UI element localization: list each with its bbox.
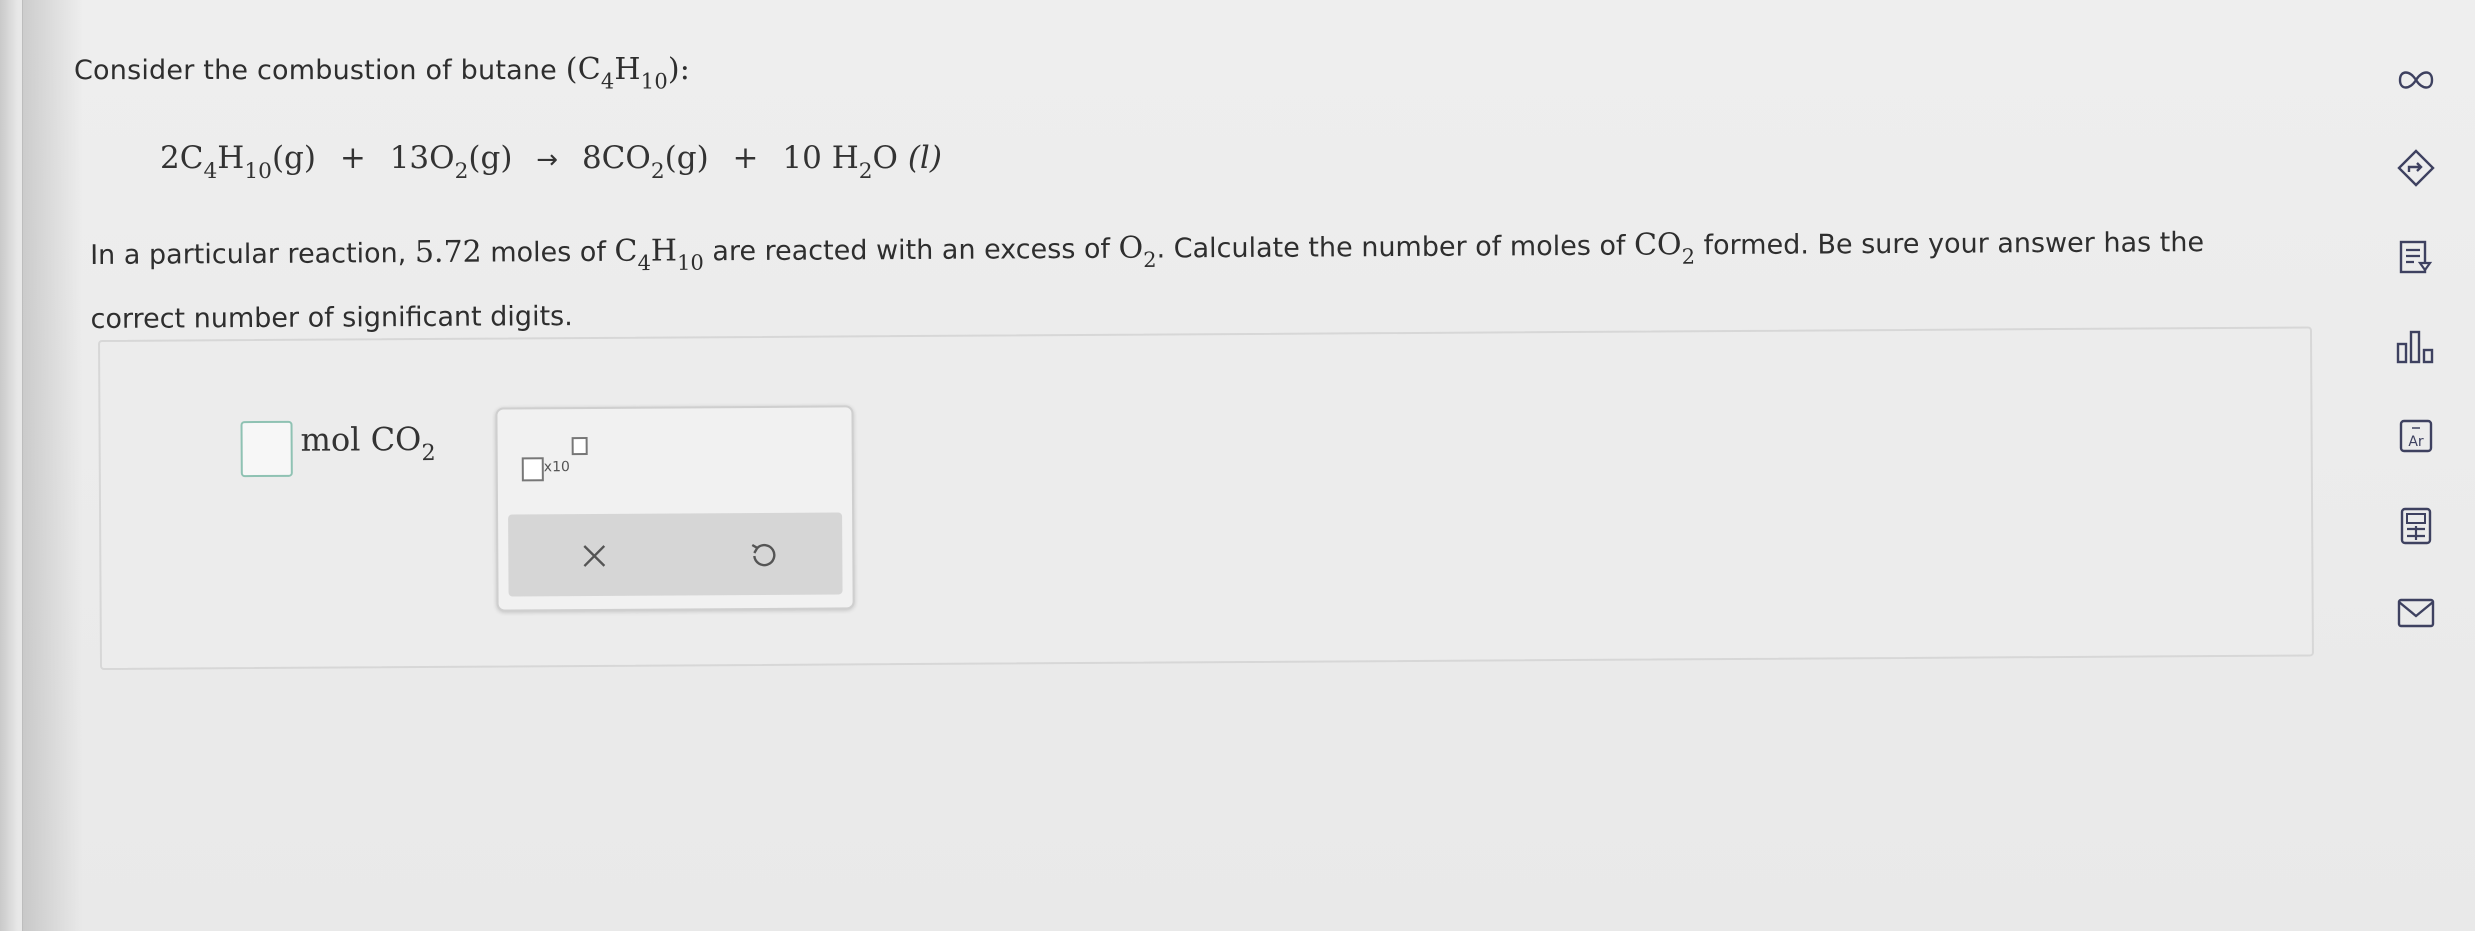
formula-sub: 10 [677, 250, 704, 275]
unit-sub: 2 [421, 440, 436, 467]
co2-formula: CO2 [1633, 227, 1695, 268]
page-shadow [23, 0, 83, 931]
chart-icon [2396, 330, 2434, 364]
answer-panel: mol CO2 x10 [98, 326, 2314, 670]
moles-value: 5.72 [414, 234, 482, 271]
arrow-circle-icon [2397, 149, 2435, 187]
eq-plus: + [732, 140, 759, 176]
butane-formula: C4H10 [614, 233, 704, 275]
math-toolbox: x10 [495, 405, 855, 612]
close-x-icon [583, 545, 606, 567]
formula-h-sub: 10 [640, 69, 668, 94]
clear-button[interactable] [572, 534, 616, 578]
answer-input[interactable] [240, 420, 293, 478]
oxygen-formula: O2 [1118, 230, 1156, 272]
periodic-table-button[interactable]: Ar [2394, 414, 2438, 458]
eq-state: (g) [468, 140, 513, 176]
screen-background: Consider the combustion of butane (C4H10… [0, 0, 2475, 931]
para-text: formed. Be sure your answer has the [1703, 227, 2205, 262]
eq-element: H [831, 140, 859, 176]
paren-open: ( [565, 52, 578, 87]
infinity-button[interactable] [2394, 58, 2438, 102]
formula-c: C [614, 233, 638, 269]
eq-element: H [217, 140, 245, 176]
x10-label: x10 [543, 459, 570, 476]
eq-element: O [872, 140, 898, 176]
undo-icon [751, 543, 776, 567]
formula-sub: 4 [637, 251, 651, 276]
mail-button[interactable] [2394, 591, 2438, 635]
formula-co: CO [1633, 227, 1682, 263]
periodic-label: Ar [2408, 434, 2424, 450]
para-text: In a particular reaction, [90, 238, 407, 271]
para-text: . Calculate the number of moles of [1156, 230, 1626, 265]
intro-text: Consider the combustion of butane [74, 55, 557, 86]
eq-state: (g) [664, 140, 709, 176]
answer-unit: mol CO2 [300, 420, 435, 467]
formula-sub: 2 [1143, 247, 1157, 273]
notes-icon [2399, 240, 2433, 274]
exponent-box [571, 437, 588, 456]
eq-element: CO [601, 140, 651, 176]
eq-sub: 2 [454, 158, 469, 184]
formula-o: O [1118, 230, 1144, 266]
unit-co: CO [370, 420, 422, 459]
eq-state: (l) [907, 140, 942, 176]
eq-sub: 2 [650, 158, 665, 184]
scientific-notation-button[interactable]: x10 [521, 437, 592, 487]
reaction-arrow: → [536, 145, 559, 175]
question-paragraph: In a particular reaction, 5.72 moles of … [90, 215, 2291, 348]
calculator-icon [2400, 507, 2432, 545]
eq-coef: 13 [389, 140, 430, 176]
notes-button[interactable] [2394, 236, 2438, 280]
para-text: are reacted with an excess of [712, 233, 1111, 268]
eq-element: O [429, 140, 455, 176]
formula-c-sub: 4 [600, 69, 615, 94]
calculator-button[interactable] [2394, 504, 2438, 548]
eq-coef: 10 [782, 140, 822, 176]
undo-button[interactable] [740, 533, 784, 577]
infinity-icon [2398, 71, 2434, 89]
eq-state: (g) [271, 140, 316, 176]
eq-coef: 8 [581, 140, 602, 176]
para-text: moles of [490, 236, 607, 269]
reaction-equation: 2C4H10(g) + 13O2(g) → 8CO2(g) + 10 H2O (… [160, 140, 942, 184]
toolbox-action-bar [508, 512, 843, 597]
eq-sub: 2 [858, 158, 873, 184]
question-intro: Consider the combustion of butane (C4H10… [74, 52, 690, 93]
eq-sub: 10 [244, 158, 272, 184]
periodic-table-icon: Ar [2399, 419, 2433, 453]
mail-icon [2397, 598, 2435, 628]
unit-mol: mol [300, 420, 361, 459]
mantissa-box [521, 457, 544, 482]
formula-h: H [650, 233, 678, 269]
formula-h: H [614, 52, 641, 87]
eq-element: C [179, 140, 204, 176]
arrow-circle-button[interactable] [2394, 146, 2438, 190]
paren-close: ): [667, 52, 691, 87]
eq-coef: 2 [160, 140, 180, 176]
chart-button[interactable] [2394, 325, 2438, 369]
formula-sub: 2 [1681, 244, 1696, 269]
intro-formula: (C4H10): [565, 52, 691, 93]
formula-c: C [577, 52, 601, 87]
eq-plus: + [339, 140, 366, 176]
eq-sub: 4 [203, 158, 218, 184]
para-text: correct number of significant digits. [90, 301, 573, 336]
